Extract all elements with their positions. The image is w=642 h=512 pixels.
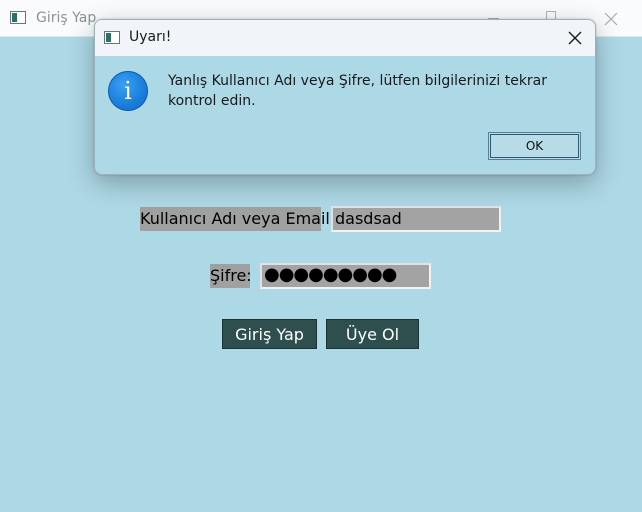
register-button[interactable]: Üye Ol [326,319,419,349]
password-label: Şifre: [210,264,252,288]
username-input[interactable]: dasdsad [331,206,501,232]
info-icon: i [108,71,148,111]
username-label: Kullanıcı Adı veya Email: [140,207,335,231]
dialog-window-icon [104,31,120,44]
warning-dialog: Uyarı! i Yanlış Kullanıcı Adı veya Şifre… [94,19,596,175]
login-button[interactable]: Giriş Yap [222,319,317,349]
app-window-icon [10,11,26,24]
dialog-title: Uyarı! [129,29,172,45]
dialog-close-icon[interactable] [555,20,595,56]
dialog-message: Yanlış Kullanıcı Adı veya Şifre, lütfen … [168,73,548,109]
password-input[interactable]: ●●●●●●●●● [260,263,431,289]
info-icon-glyph: i [124,77,132,105]
main-window-title: Giriş Yap [36,10,97,26]
dialog-titlebar: Uyarı! [95,20,595,56]
ok-button[interactable]: OK [488,132,581,160]
